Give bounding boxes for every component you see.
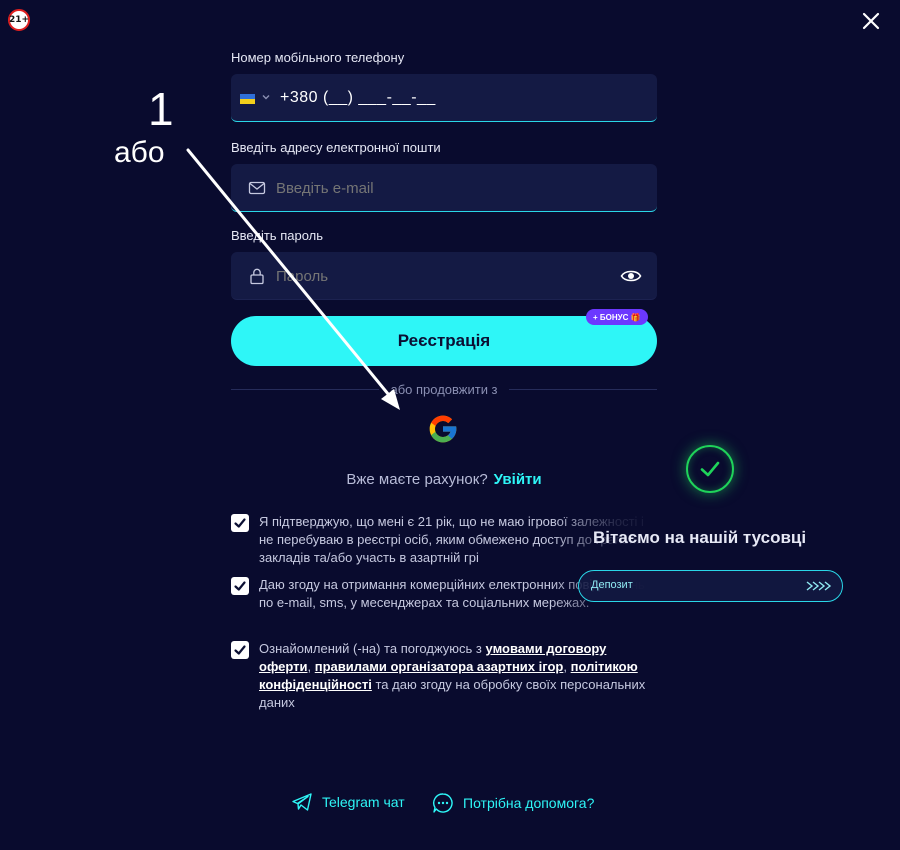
telegram-chat-label: Telegram чат — [322, 794, 405, 810]
chat-bubble-icon — [433, 793, 453, 813]
telegram-icon — [292, 793, 312, 811]
telegram-chat-link[interactable]: Telegram чат — [291, 792, 405, 812]
help-link[interactable]: Потрібна допомога? — [432, 792, 594, 814]
help-label: Потрібна допомога? — [463, 795, 595, 811]
annotation-arrow — [186, 148, 400, 410]
